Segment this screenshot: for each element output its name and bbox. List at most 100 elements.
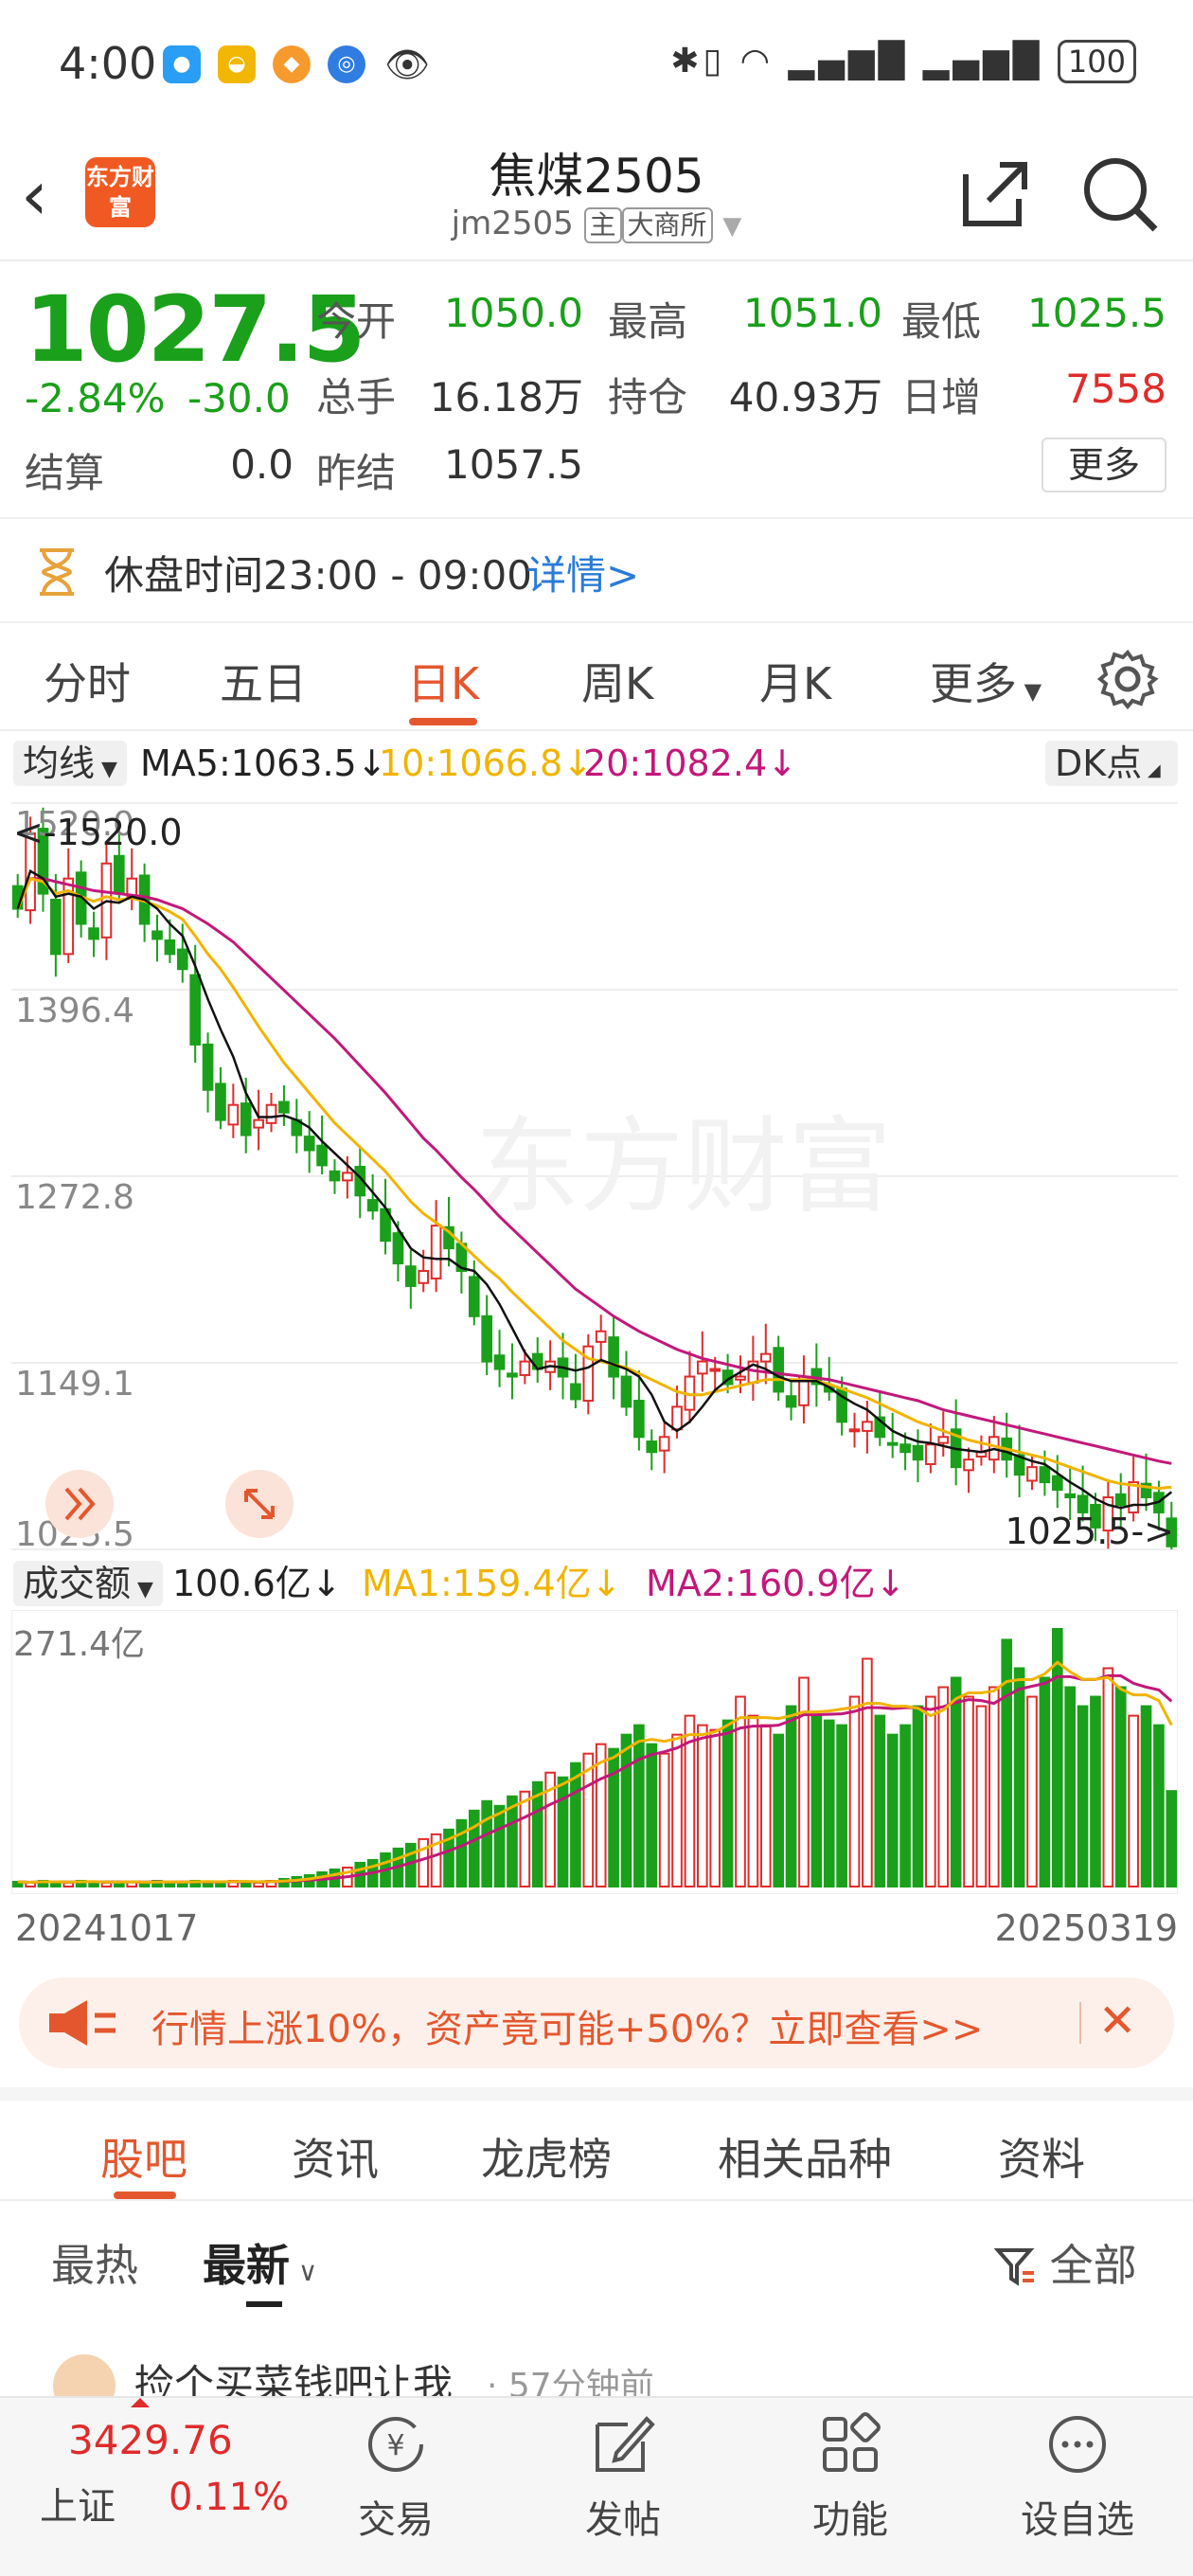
- candle-body: [405, 1265, 417, 1287]
- volume-bar: [937, 1686, 950, 1888]
- volume-bar: [1013, 1667, 1025, 1887]
- last-price: 1027.5: [25, 277, 365, 383]
- bluetooth-icon: ✱▯: [670, 42, 726, 80]
- candle-body: [278, 1100, 290, 1114]
- browser-icon: ◎: [328, 45, 365, 83]
- megaphone-icon: [49, 2000, 116, 2046]
- volume-bar: [557, 1776, 569, 1887]
- tab-daily-k[interactable]: 日K: [407, 650, 479, 712]
- fullscreen-icon[interactable]: [225, 1470, 294, 1538]
- close-icon[interactable]: ✕: [1098, 1995, 1136, 2048]
- open-interest-value: 40.93万: [728, 374, 882, 420]
- tab-related[interactable]: 相关品种: [718, 2125, 892, 2188]
- daily-increase-label: 日增: [901, 374, 982, 420]
- nav-trade[interactable]: ¥ 交易: [320, 2411, 472, 2544]
- volume-bar: [759, 1724, 772, 1887]
- candle-body: [862, 1421, 873, 1432]
- volume-bar: [1026, 1695, 1038, 1887]
- volume-bar: [697, 1724, 708, 1887]
- volume-bar: [747, 1714, 759, 1887]
- volume-bar: [455, 1818, 468, 1887]
- promo-banner[interactable]: 行情上涨10%，资产竟可能+50%？立即查看>> ✕: [19, 1977, 1174, 2068]
- index-change[interactable]: 0.11%: [169, 2476, 289, 2519]
- search-icon[interactable]: [1079, 153, 1159, 233]
- turnover-ma1: MA1:159.4亿↓: [362, 1563, 622, 1604]
- tab-monthly-k[interactable]: 月K: [759, 650, 831, 712]
- volume-bar: [253, 1881, 264, 1887]
- volume-bar: [1114, 1686, 1127, 1888]
- volume-bar: [1064, 1686, 1076, 1888]
- volume-bar: [1128, 1714, 1139, 1887]
- main-contract-tag: 主: [583, 207, 622, 243]
- volume-bar: [798, 1676, 810, 1888]
- tab-five-day[interactable]: 五日: [220, 650, 307, 712]
- exchange-tag: 大商所: [621, 207, 713, 243]
- volume-label: 总手: [316, 374, 397, 420]
- volume-bar: [519, 1790, 531, 1888]
- volume-bar: [848, 1695, 861, 1887]
- gear-icon[interactable]: [1096, 648, 1159, 710]
- index-name[interactable]: 上证: [40, 2476, 116, 2531]
- tab-intraday[interactable]: 分时: [44, 650, 131, 712]
- volume-bar: [963, 1695, 974, 1887]
- volume-max-label: 271.4亿: [13, 1625, 145, 1664]
- filter-all[interactable]: 全部: [993, 2231, 1137, 2294]
- tab-news[interactable]: 资讯: [292, 2125, 379, 2188]
- tab-more[interactable]: 更多 ▼: [930, 650, 1042, 712]
- ma5-value: MA5:1063.5↓: [140, 742, 387, 784]
- tab-dragon-tiger[interactable]: 龙虎榜: [481, 2125, 612, 2188]
- post-time: · 57分钟前: [487, 2367, 654, 2396]
- nav-watchlist[interactable]: 设自选: [1002, 2411, 1153, 2544]
- candle-body: [265, 1103, 277, 1124]
- candle-body: [1064, 1493, 1076, 1499]
- tab-profile[interactable]: 资料: [998, 2125, 1085, 2188]
- candle-body: [468, 1276, 480, 1317]
- candle-body: [925, 1443, 936, 1465]
- filter-newest[interactable]: 最新 ∨: [203, 2231, 317, 2294]
- candle-body: [1039, 1466, 1051, 1484]
- candle-body: [366, 1199, 379, 1212]
- nav-post[interactable]: 发帖: [547, 2411, 699, 2544]
- ma10-value: 10:1066.8↓: [379, 742, 593, 784]
- more-button[interactable]: 更多: [1042, 438, 1166, 492]
- grid-icon: [823, 2412, 881, 2472]
- volume-bar: [1090, 1695, 1101, 1887]
- status-time: 4:00: [59, 38, 157, 89]
- avatar[interactable]: [53, 2354, 116, 2396]
- notice-details-link[interactable]: 详情>: [526, 544, 639, 601]
- candle-body: [1114, 1493, 1127, 1506]
- candle-body: [342, 1172, 353, 1182]
- volume-chart[interactable]: 271.4亿: [10, 1609, 1179, 1895]
- volume-bar: [773, 1733, 784, 1887]
- candle-body: [759, 1352, 772, 1363]
- volume-bar: [493, 1804, 506, 1887]
- indicator-selector[interactable]: 均线 ▼: [13, 741, 127, 786]
- candle-body: [608, 1336, 619, 1378]
- expand-left-icon[interactable]: [45, 1470, 114, 1538]
- settle-label: 结算: [25, 450, 105, 496]
- app-header: ‹ 东方财富 焦煤2505 jm2505 主大商所 ▼: [0, 133, 1193, 261]
- index-value[interactable]: 3429.76: [68, 2417, 233, 2463]
- nav-functions[interactable]: 功能: [775, 2411, 926, 2544]
- volume-bar: [658, 1752, 670, 1887]
- candle-body: [963, 1458, 974, 1472]
- post-item[interactable]: 捡个买菜钱吧让我 · 57分钟前: [0, 2339, 1193, 2396]
- post-author: 捡个买菜钱吧让我: [134, 2361, 454, 2396]
- volume-bar: [1077, 1705, 1089, 1887]
- min-price-marker: 1025.5->: [1005, 1511, 1174, 1552]
- up-arrow-icon: [131, 2398, 150, 2407]
- candle-body: [785, 1395, 797, 1408]
- candle-body: [633, 1400, 645, 1439]
- volume-bar: [633, 1724, 645, 1887]
- low-value: 1025.5: [1027, 290, 1166, 336]
- volume-selector[interactable]: 成交额 ▼: [13, 1561, 163, 1606]
- tab-weekly-k[interactable]: 周K: [581, 650, 653, 712]
- tab-forum[interactable]: 股吧: [100, 2125, 187, 2188]
- candlestick-chart[interactable]: 东方财富 1520.01396.41272.81149.11025.5 <-15…: [11, 796, 1178, 1557]
- volume-bar: [988, 1686, 1000, 1888]
- share-icon[interactable]: [956, 155, 1032, 231]
- dk-point-button[interactable]: DK点 ◢: [1045, 741, 1178, 786]
- volume-indicator-bar: 成交额 ▼ 100.6亿↓ MA1:159.4亿↓ MA2:160.9亿↓: [0, 1557, 1193, 1610]
- filter-hot[interactable]: 最热: [51, 2231, 138, 2294]
- candle-body: [189, 974, 201, 1046]
